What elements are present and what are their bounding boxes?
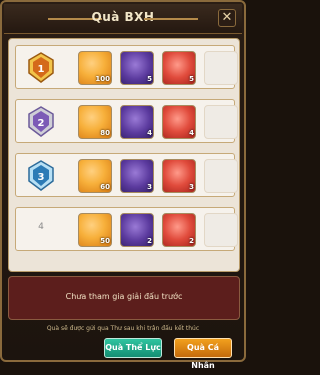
reward-item-red[interactable]: 3 [162,159,196,193]
rank-badge-1-icon: 1 [28,52,54,83]
stamina-rewards-button[interactable]: Quà Thể Lực [104,338,162,358]
ranking-rewards-panel: Quà BXH ✕ 1 100 5 5 2 80 4 4 3 60 3 3 4 … [0,0,246,370]
item-count: 4 [189,129,194,137]
rank-3-number: 3 [38,172,45,183]
item-count: 5 [189,75,194,83]
rank-2-number: 2 [38,118,45,129]
rank-4-number: 4 [38,222,44,232]
participation-status-text: Chưa tham gia giải đấu trước [65,292,183,301]
empty-reward-slot [204,51,238,85]
item-count: 3 [189,183,194,191]
reward-row-rank-1: 1 100 5 5 [15,45,238,89]
empty-reward-slot [204,105,238,139]
reward-item-orange[interactable]: 100 [78,51,112,85]
reward-item-purple[interactable]: 3 [120,159,154,193]
item-count: 50 [100,237,110,245]
item-count: 100 [95,75,110,83]
header-ornament-right [144,18,198,20]
rewards-list: 1 100 5 5 2 80 4 4 3 60 3 3 4 50 2 2 [8,38,240,272]
reward-item-red[interactable]: 4 [162,105,196,139]
reward-item-orange[interactable]: 50 [78,213,112,247]
item-count: 5 [147,75,152,83]
personal-rewards-button[interactable]: Quà Cá Nhân [174,338,232,370]
item-count: 2 [147,237,152,245]
participation-status-box: Chưa tham gia giải đấu trước [8,276,240,320]
reward-item-orange[interactable]: 80 [78,105,112,139]
reward-item-orange[interactable]: 60 [78,159,112,193]
reward-item-red[interactable]: 5 [162,51,196,85]
reward-item-red[interactable]: 2 [162,213,196,247]
item-count: 2 [189,237,194,245]
close-icon: ✕ [221,10,233,25]
panel-title: Quà BXH [91,10,155,24]
reward-row-rank-2: 2 80 4 4 [15,99,238,143]
rank-1-number: 1 [38,64,45,75]
empty-reward-slot [204,213,238,247]
close-button[interactable]: ✕ [218,9,236,27]
empty-reward-slot [204,159,238,193]
panel-header: Quà BXH ✕ [4,4,242,34]
delivery-note: Quà sẽ được gửi qua Thư sau khi trận đấu… [46,325,200,332]
reward-item-purple[interactable]: 2 [120,213,154,247]
rank-badge-3-icon: 3 [28,160,54,191]
reward-item-purple[interactable]: 5 [120,51,154,85]
item-count: 60 [100,183,110,191]
item-count: 80 [100,129,110,137]
rank-badge-2-icon: 2 [28,106,54,137]
reward-item-purple[interactable]: 4 [120,105,154,139]
reward-row-rank-4: 4 50 2 2 [15,207,238,251]
reward-row-rank-3: 3 60 3 3 [15,153,238,197]
item-count: 4 [147,129,152,137]
item-count: 3 [147,183,152,191]
